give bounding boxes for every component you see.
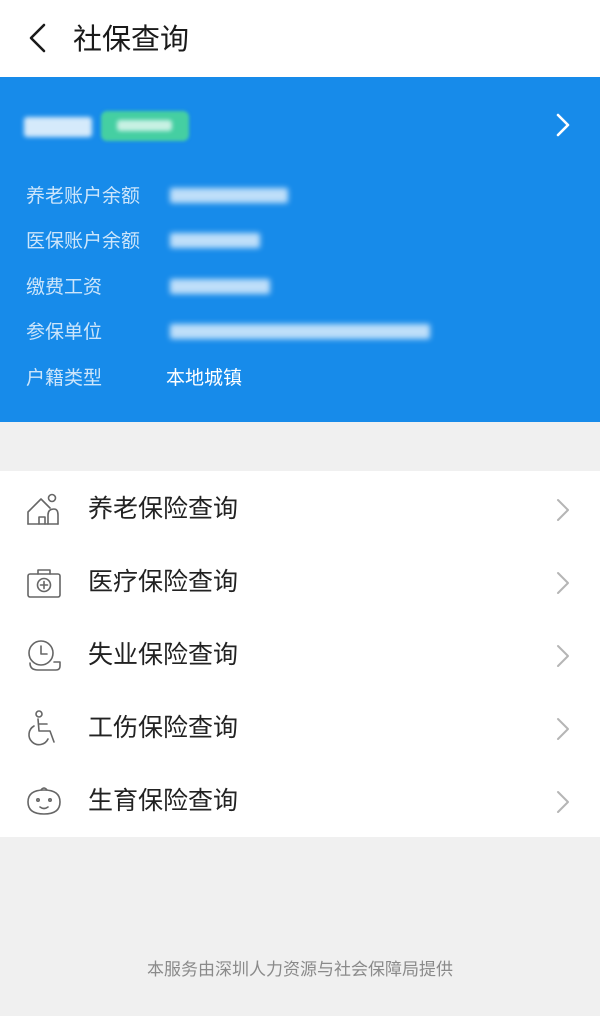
service-provider-note: 本服务由深圳人力资源与社会保障局提供 [147, 960, 453, 980]
badge-text-redacted [117, 120, 172, 131]
household-type-label: 户籍类型 [26, 367, 103, 389]
chevron-right-icon [557, 499, 569, 521]
menu-item-label: 养老保险查询 [88, 494, 239, 523]
household-type-row: 户籍类型 本地城镇 [26, 363, 326, 393]
menu-item-medical[interactable]: 医疗保险查询 [0, 546, 600, 619]
insured-employer-label: 参保单位 [26, 321, 103, 343]
chevron-left-icon [29, 23, 46, 53]
top-bar: 社保查询 [0, 0, 600, 77]
insurance-query-menu: 养老保险查询 医疗保险查询 失业保险查询 工伤保险查询 生育保险查询 [0, 471, 600, 837]
elderly-house-icon [27, 493, 59, 525]
unemployment-clock-icon [28, 640, 61, 671]
page-title: 社保查询 [73, 22, 190, 56]
user-profile-row[interactable] [0, 77, 600, 177]
contribution-wage-label: 缴费工资 [26, 276, 103, 298]
insured-employer-redacted [170, 324, 430, 339]
chevron-right-icon [557, 791, 569, 813]
baby-face-icon [27, 787, 61, 815]
menu-item-unemployment[interactable]: 失业保险查询 [0, 619, 600, 692]
medical-balance-redacted [170, 233, 260, 248]
pension-balance-label: 养老账户余额 [26, 185, 141, 207]
menu-item-label: 工伤保险查询 [88, 713, 239, 742]
medical-kit-icon [27, 569, 61, 598]
menu-item-maternity[interactable]: 生育保险查询 [0, 765, 600, 838]
back-button[interactable] [18, 18, 58, 58]
menu-item-work-injury[interactable]: 工伤保险查询 [0, 692, 600, 765]
menu-item-pension[interactable]: 养老保险查询 [0, 473, 600, 546]
insured-employer-row: 参保单位 [26, 317, 446, 347]
pension-balance-row: 养老账户余额 [26, 181, 326, 211]
pension-balance-redacted [170, 188, 288, 203]
menu-item-label: 医疗保险查询 [88, 567, 239, 596]
menu-item-label: 生育保险查询 [88, 786, 239, 815]
wheelchair-icon [28, 710, 55, 746]
household-type-value: 本地城镇 [166, 367, 243, 389]
menu-item-label: 失业保险查询 [88, 640, 239, 669]
contribution-wage-row: 缴费工资 [26, 272, 326, 302]
account-summary-card: 养老账户余额 医保账户余额 缴费工资 参保单位 户籍类型 本地城镇 [0, 77, 600, 422]
chevron-right-icon [557, 718, 569, 740]
chevron-right-icon [557, 572, 569, 594]
medical-balance-row: 医保账户余额 [26, 226, 326, 256]
chevron-right-icon [556, 113, 570, 137]
chevron-right-icon [557, 645, 569, 667]
medical-balance-label: 医保账户余额 [26, 230, 141, 252]
user-name-redacted [24, 117, 92, 137]
contribution-wage-redacted [170, 279, 270, 294]
